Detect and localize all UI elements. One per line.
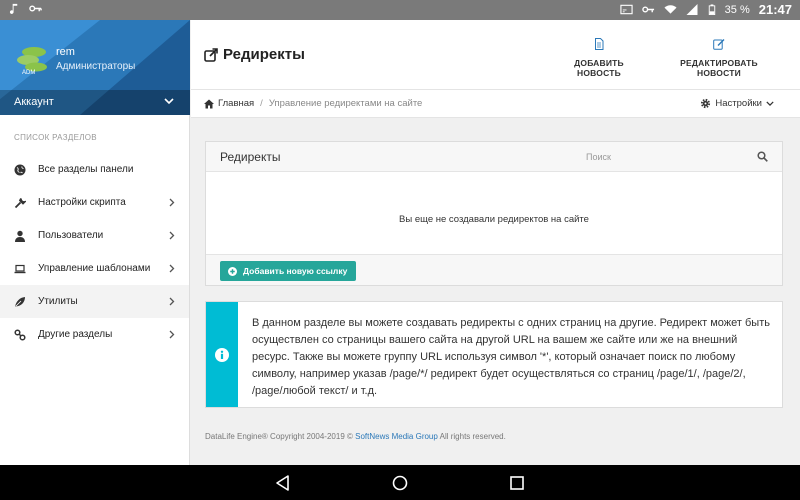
chevron-right-icon [169, 330, 175, 339]
link-icon [14, 328, 26, 341]
key-icon [29, 5, 42, 12]
add-news-label: ДОБАВИТЬ НОВОСТЬ [574, 58, 624, 78]
user-icon [15, 230, 25, 242]
info-text: В данном разделе вы можете создавать ред… [252, 317, 770, 397]
recent-apps-icon[interactable] [507, 473, 527, 493]
redirects-panel-footer: Добавить новую ссылку [206, 254, 782, 285]
battery-level: 35 % [724, 3, 750, 16]
empty-message: Вы еще не создавали редиректов на сайте [399, 214, 589, 225]
edit-news-label: РЕДАКТИРОВАТЬ НОВОСТИ [680, 58, 758, 78]
edit-icon [713, 39, 725, 50]
home-icon [204, 99, 214, 108]
sidebar: ADM rem Администраторы Аккаунт СПИСОК РА… [0, 20, 190, 465]
settings-dropdown[interactable]: Настройки [700, 98, 774, 109]
wifi-icon [664, 5, 677, 14]
chevron-right-icon [169, 231, 175, 240]
add-news-button[interactable]: ДОБАВИТЬ НОВОСТЬ [551, 38, 647, 78]
wrench-icon [14, 197, 26, 208]
sidebar-item-users[interactable]: Пользователи [0, 219, 189, 252]
search-input[interactable] [586, 148, 746, 166]
gear-icon [701, 98, 711, 109]
sidebar-item-label: Утилиты [38, 296, 78, 307]
chevron-right-icon [169, 198, 175, 207]
sidebar-item-label: Пользователи [38, 230, 104, 241]
breadcrumb-bar: Главная / Управление редиректами на сайт… [191, 90, 800, 118]
signal-icon [686, 4, 698, 15]
chevron-right-icon [169, 297, 175, 306]
sidebar-item-other-sections[interactable]: Другие разделы [0, 318, 189, 351]
sidebar-item-all-sections[interactable]: Все разделы панели [0, 153, 189, 186]
laptop-icon [14, 264, 26, 273]
page-header: Редиректы ДОБАВИТЬ НОВОСТЬ РЕДАКТИРОВАТЬ… [191, 20, 800, 90]
clock: 21:47 [758, 2, 792, 17]
profile-card: ADM rem Администраторы Аккаунт [0, 20, 190, 115]
status-bar: 35 % 21:47 [0, 0, 800, 20]
redirects-panel-title: Редиректы [220, 150, 281, 164]
footer: DataLife Engine® Copyright 2004-2019 © S… [205, 432, 506, 441]
chevron-down-icon [766, 101, 774, 106]
sidebar-menu: Все разделы панели Настройки скрипта Пол… [0, 153, 189, 351]
globe-icon [14, 164, 26, 175]
battery-icon [708, 4, 715, 15]
breadcrumb-separator: / [260, 98, 263, 109]
music-note-icon [9, 3, 18, 14]
footer-copyright: DataLife Engine® Copyright 2004-2019 © [205, 432, 353, 441]
footer-link[interactable]: SoftNews Media Group [355, 432, 438, 441]
chevron-right-icon [169, 264, 175, 273]
breadcrumb-current: Управление редиректами на сайте [268, 98, 423, 109]
redirects-panel-header: Редиректы [206, 142, 782, 172]
chevron-down-icon [164, 98, 174, 105]
avatar[interactable]: ADM [14, 40, 50, 76]
settings-label: Настройки [715, 98, 762, 109]
section-title: СПИСОК РАЗДЕЛОВ [14, 133, 97, 142]
android-nav-bar [0, 465, 800, 500]
search-icon[interactable] [757, 151, 768, 162]
sidebar-item-label: Другие разделы [38, 329, 113, 340]
external-link-icon [204, 47, 218, 62]
breadcrumb: Главная / Управление редиректами на сайт… [204, 98, 422, 109]
profile-name: rem [56, 46, 75, 58]
back-icon[interactable] [273, 473, 293, 493]
sidebar-item-utilities[interactable]: Утилиты [0, 285, 189, 318]
account-toggle[interactable]: Аккаунт [0, 90, 190, 115]
info-panel: В данном разделе вы можете создавать ред… [205, 301, 783, 408]
account-label: Аккаунт [14, 96, 54, 108]
footer-rights: All rights reserved. [439, 432, 506, 441]
cast-icon [620, 4, 633, 15]
sidebar-item-templates[interactable]: Управление шаблонами [0, 252, 189, 285]
key-icon [641, 6, 654, 13]
breadcrumb-home[interactable]: Главная [218, 98, 254, 109]
page-title-text: Редиректы [223, 46, 305, 63]
home-button-icon[interactable] [390, 473, 410, 493]
leaf-icon [15, 296, 25, 307]
add-link-button[interactable]: Добавить новую ссылку [220, 261, 357, 281]
info-strip [206, 302, 238, 407]
svg-text:ADM: ADM [22, 70, 35, 76]
info-icon [215, 348, 229, 362]
sidebar-item-label: Настройки скрипта [38, 197, 126, 208]
sidebar-item-label: Все разделы панели [38, 164, 134, 175]
add-link-label: Добавить новую ссылку [243, 266, 348, 276]
plus-circle-icon [228, 266, 237, 276]
redirects-panel: Редиректы Вы еще не создавали редиректов… [205, 141, 783, 286]
profile-role: Администраторы [56, 61, 136, 72]
document-icon [595, 38, 604, 50]
edit-news-button[interactable]: РЕДАКТИРОВАТЬ НОВОСТИ [657, 38, 781, 78]
page-title: Редиректы [204, 46, 305, 63]
sidebar-item-label: Управление шаблонами [38, 263, 151, 274]
sidebar-item-script-settings[interactable]: Настройки скрипта [0, 186, 189, 219]
